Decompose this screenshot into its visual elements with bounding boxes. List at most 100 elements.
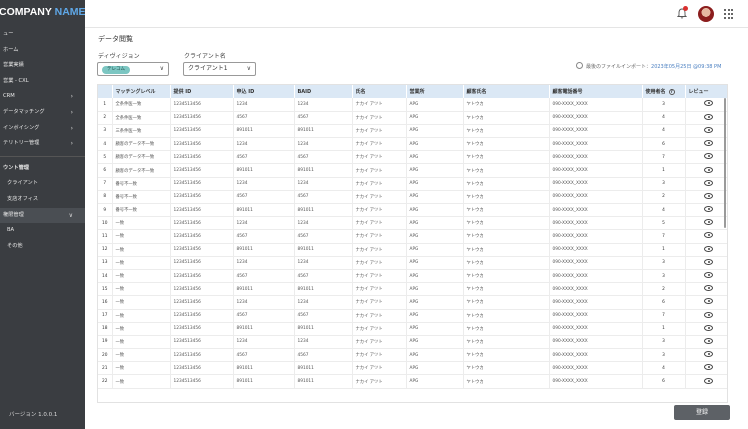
eye-icon[interactable]: [704, 364, 713, 371]
eye-icon[interactable]: [704, 126, 713, 133]
table-cell: 一致: [112, 282, 171, 297]
table-cell: 1234513456: [170, 348, 234, 363]
eye-icon[interactable]: [704, 153, 713, 160]
help-icon[interactable]: ?: [668, 89, 675, 95]
eye-icon[interactable]: [704, 337, 713, 344]
notification-badge: [683, 6, 688, 11]
sidebar-item-items7[interactable]: テリトリー管理 ›: [0, 136, 85, 152]
apps-grid-icon[interactable]: [724, 9, 734, 19]
eye-icon[interactable]: [704, 219, 713, 226]
table-row[interactable]: 11 一致 1234513456 4567 4567 ナカイ アツト APG ヤトウカ 090-…: [98, 229, 727, 244]
company-logo[interactable]: COMPANY NAME: [0, 6, 86, 18]
eye-icon[interactable]: [704, 100, 713, 107]
table-row[interactable]: 12 一致 1234513456 891011 891011 ナカイ アツト APG ヤトウカ…: [98, 243, 727, 257]
table-cell: ヤトウカ: [463, 269, 550, 284]
data-table-container[interactable]: マッチングレベル 提供 ID 申込 ID BAID 氏名 営業所 顧客氏名 顧客電話番号 使用者…: [97, 84, 728, 403]
column-header-label: 営業所: [409, 89, 425, 95]
eye-icon[interactable]: [704, 245, 713, 252]
sidebar-item-items0[interactable]: ュー: [0, 27, 85, 43]
eye-icon[interactable]: [704, 140, 713, 147]
eye-icon[interactable]: [704, 351, 713, 358]
sidebar-item-section_items0[interactable]: クライアント: [0, 176, 85, 192]
table-cell: 1234513456: [170, 216, 234, 231]
sidebar-item-items5[interactable]: データマッチング ›: [0, 105, 85, 121]
register-button[interactable]: 登録: [674, 405, 730, 420]
import-prefix: 最後のファイルインポート：: [586, 64, 652, 70]
last-import-info: 最後のファイルインポート：2023年05月25日 @09:38 PM: [576, 62, 721, 70]
sidebar-item-items1[interactable]: ホーム: [0, 43, 85, 59]
table-cell: 16: [98, 295, 113, 310]
table-cell: APG: [406, 309, 464, 323]
table-row[interactable]: 5 顧客のデータ不一致 1234513456 4567 4567 ナカイ アツト APG ヤト…: [98, 150, 727, 165]
eye-icon[interactable]: [704, 324, 713, 331]
table-cell: ナカイ アツト: [352, 111, 407, 125]
table-cell: 1234513456: [170, 374, 234, 389]
table-row[interactable]: 10 一致 1234513456 1234 1234 ナカイ アツト APG ヤトウカ 090-…: [98, 216, 727, 231]
table-scrollbar[interactable]: [724, 98, 726, 228]
sidebar-item-items6[interactable]: インボイシング ›: [0, 121, 85, 137]
sidebar-item-items4[interactable]: CRM ›: [0, 89, 85, 105]
sidebar-item-section_items1[interactable]: 支店オフィス: [0, 192, 85, 208]
eye-icon[interactable]: [704, 285, 713, 292]
table-row[interactable]: 7 番号不一致 1234513456 1234 1234 ナカイ アツト APG ヤトウカ 09…: [98, 177, 727, 191]
table-cell: 一致: [112, 243, 171, 257]
eye-icon[interactable]: [704, 113, 713, 120]
table-cell: 4567: [294, 190, 353, 205]
table-row[interactable]: 1 全条件医一致 1234513456 1234 1234 ナカイ アツト APG ヤトウカ 0…: [98, 98, 727, 112]
table-cell: ナカイ アツト: [352, 98, 407, 112]
table-row[interactable]: 16 一致 1234513456 1234 1234 ナカイ アツト APG ヤトウカ 090-…: [98, 295, 727, 310]
eye-icon[interactable]: [704, 377, 713, 384]
table-row[interactable]: 19 一致 1234513456 1234 1234 ナカイ アツト APG ヤトウカ 090-…: [98, 335, 727, 350]
table-cell: APG: [406, 256, 464, 270]
eye-icon[interactable]: [704, 272, 713, 279]
division-chip[interactable]: テレコム: [102, 66, 130, 74]
sidebar-item-section_items2[interactable]: 権限管理 ∨: [0, 207, 85, 224]
table-row[interactable]: 13 一致 1234513456 1234 1234 ナカイ アツト APG ヤトウカ 090-…: [98, 256, 727, 270]
user-avatar[interactable]: [698, 6, 714, 22]
table-row[interactable]: 18 一致 1234513456 891011 891011 ナカイ アツト APG ヤトウカ…: [98, 322, 727, 336]
table-cell: 090-XXXX_XXXX: [549, 137, 643, 152]
eye-icon[interactable]: [704, 192, 713, 199]
table-row[interactable]: 22 一致 1234513456 891011 891011 ナカイ アツト APG ヤトウカ…: [98, 374, 727, 389]
table-row[interactable]: 20 一致 1234513456 4567 4567 ナカイ アツト APG ヤトウカ 090-…: [98, 348, 727, 363]
table-cell: ヤトウカ: [463, 190, 550, 205]
table-cell: APG: [406, 282, 464, 297]
table-cell: 4: [642, 124, 686, 139]
table-cell: 17: [98, 309, 113, 323]
division-select[interactable]: テレコム ∨: [97, 62, 169, 76]
eye-icon[interactable]: [704, 258, 713, 265]
eye-icon[interactable]: [704, 311, 713, 318]
client-select[interactable]: クライアント1 ∨: [183, 62, 256, 76]
table-row[interactable]: 3 三条件医一致 1234513456 891011 891011 ナカイ アツト APG ヤ…: [98, 124, 727, 139]
table-row[interactable]: 9 番号不一致 1234513456 891011 891011 ナカイ アツト APG ヤト…: [98, 203, 727, 218]
table-row[interactable]: 14 一致 1234513456 4567 4567 ナカイ アツト APG ヤトウカ 090-…: [98, 269, 727, 284]
sidebar-item-items2[interactable]: 営業実績: [0, 58, 85, 74]
table-cell: 5: [98, 150, 113, 165]
table-row[interactable]: 4 顧客のデータ不一致 1234513456 1234 1234 ナカイ アツト APG ヤト…: [98, 137, 727, 152]
sidebar-item-section_items4[interactable]: その他: [0, 239, 85, 255]
eye-icon[interactable]: [704, 232, 713, 239]
eye-icon[interactable]: [704, 179, 713, 186]
sidebar-item-items3[interactable]: 営業 - CXL: [0, 74, 85, 90]
table-row[interactable]: 15 一致 1234513456 891011 891011 ナカイ アツト APG ヤトウカ…: [98, 282, 727, 297]
table-cell: 7: [642, 150, 686, 165]
table-row[interactable]: 17 一致 1234513456 4567 4567 ナカイ アツト APG ヤトウカ 090-…: [98, 309, 727, 323]
table-cell: 891011: [233, 374, 295, 389]
sidebar-item-section_items3[interactable]: BA: [0, 223, 85, 239]
table-cell: 4567: [233, 309, 295, 323]
table-cell: 1234513456: [170, 243, 234, 257]
table-cell: 20: [98, 348, 113, 363]
table-row[interactable]: 2 全条件医一致 1234513456 4567 4567 ナカイ アツト APG ヤトウカ 0…: [98, 111, 727, 125]
data-table: マッチングレベル 提供 ID 申込 ID BAID 氏名 営業所 顧客氏名 顧客電話番号 使用者…: [98, 85, 727, 389]
table-row[interactable]: 21 一致 1234513456 891011 891011 ナカイ アツト APG ヤトウカ…: [98, 361, 727, 376]
table-row[interactable]: 6 顧客のデータ不一致 1234513456 891011 891011 ナカイ アツト A…: [98, 163, 727, 178]
table-cell: ナカイ アツト: [352, 361, 407, 376]
table-cell: ナカイ アツト: [352, 269, 407, 284]
table-row[interactable]: 8 番号不一致 1234513456 4567 4567 ナカイ アツト APG ヤトウカ 09…: [98, 190, 727, 205]
table-cell: 090-XXXX_XXXX: [549, 335, 643, 350]
eye-icon[interactable]: [704, 166, 713, 173]
eye-icon[interactable]: [704, 298, 713, 305]
column-header: 使用者名?: [642, 85, 686, 98]
eye-icon[interactable]: [704, 206, 713, 213]
table-cell: 1234: [294, 177, 353, 191]
